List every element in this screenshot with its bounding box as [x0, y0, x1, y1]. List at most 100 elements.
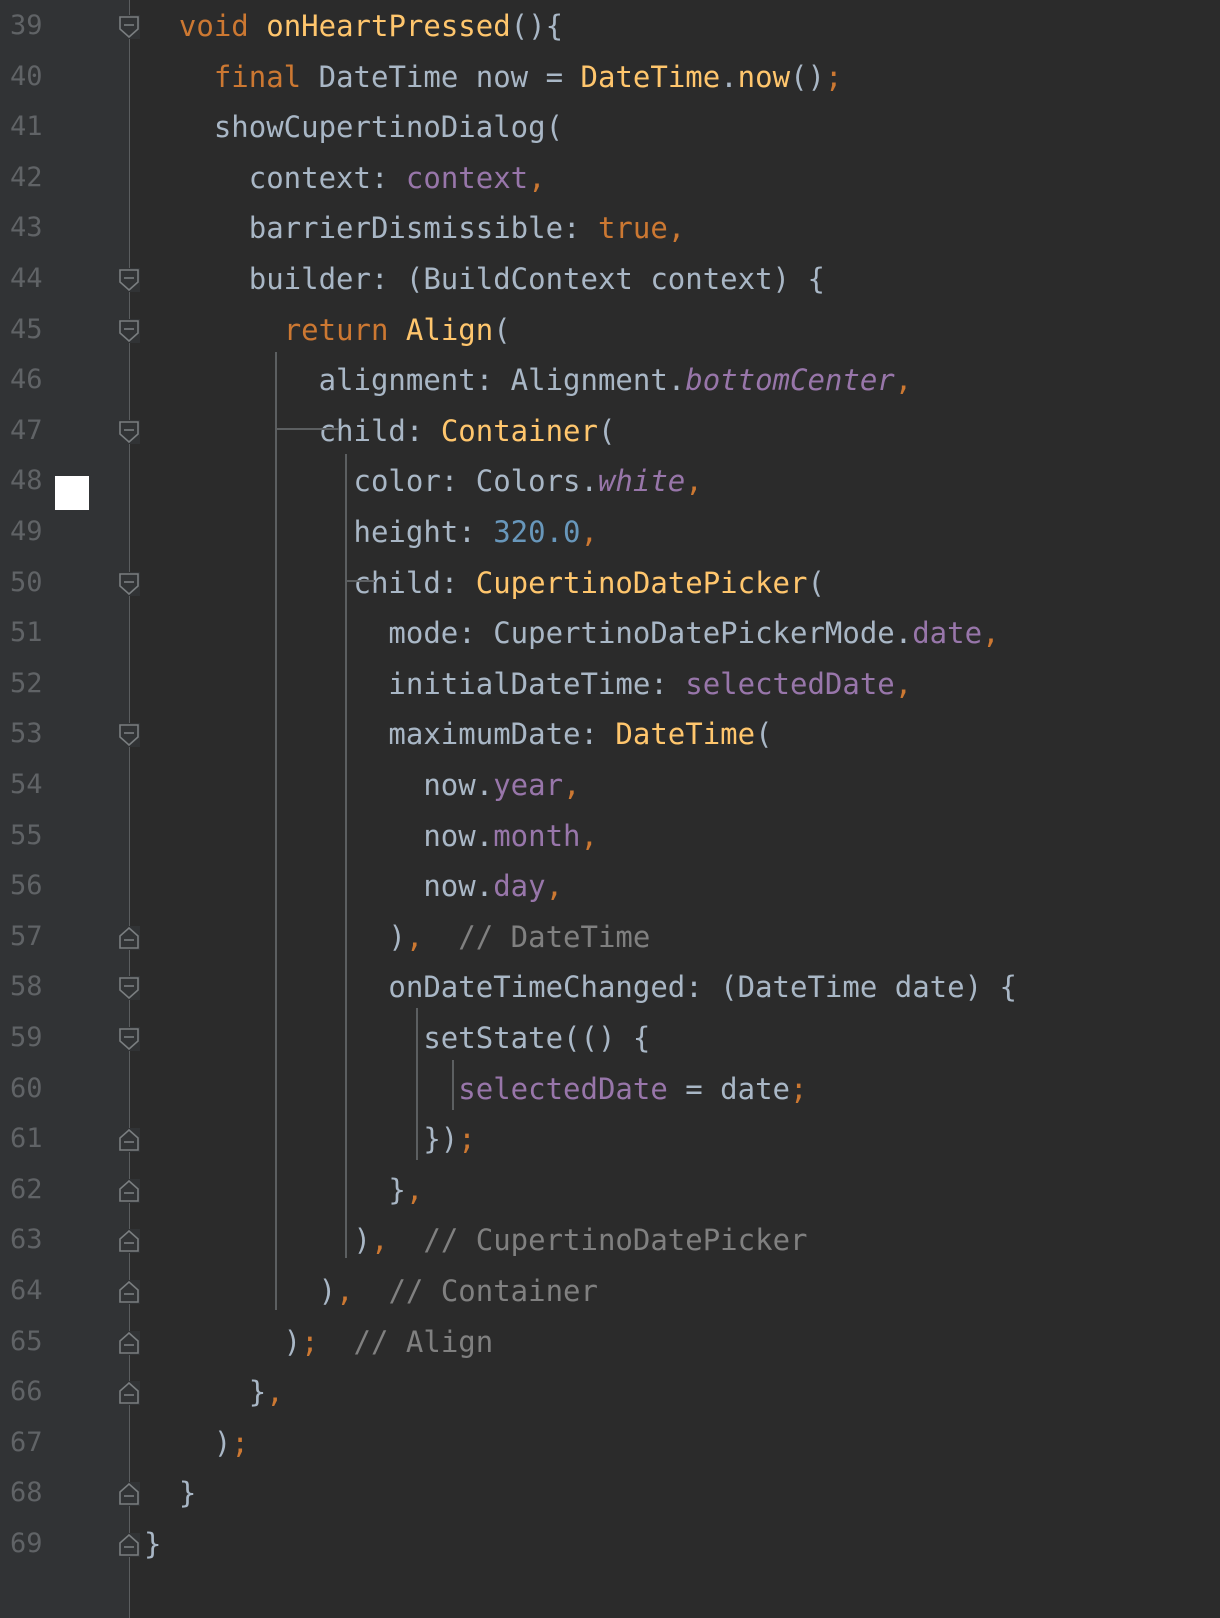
code-text[interactable]: now.year, [144, 765, 580, 805]
line-number[interactable]: 67 [10, 1427, 43, 1459]
line-number[interactable]: 49 [10, 516, 43, 548]
code-line[interactable]: 42 context: context, [0, 152, 1220, 204]
code-text[interactable]: child: CupertinoDatePicker( [144, 563, 825, 603]
code-line[interactable]: 57 ), // DateTime [0, 911, 1220, 963]
line-number[interactable]: 59 [10, 1022, 43, 1054]
code-text[interactable]: maximumDate: DateTime( [144, 714, 772, 754]
code-line[interactable]: 55 now.month, [0, 810, 1220, 862]
code-line[interactable]: 48 color: Colors.white, [0, 455, 1220, 507]
code-line[interactable]: 64 ), // Container [0, 1265, 1220, 1317]
code-line[interactable]: 61 }); [0, 1113, 1220, 1165]
fold-collapse-icon[interactable] [118, 268, 140, 292]
code-text[interactable]: final DateTime now = DateTime.now(); [144, 57, 843, 97]
line-number[interactable]: 47 [10, 415, 43, 447]
code-text[interactable]: return Align( [144, 310, 511, 350]
code-line[interactable]: 59 setState(() { [0, 1012, 1220, 1064]
line-number[interactable]: 68 [10, 1477, 43, 1509]
code-line[interactable]: 63 ), // CupertinoDatePicker [0, 1214, 1220, 1266]
code-text[interactable]: builder: (BuildContext context) { [144, 259, 825, 299]
code-line[interactable]: 41 showCupertinoDialog( [0, 101, 1220, 153]
code-line[interactable]: 68 } [0, 1467, 1220, 1519]
fold-end-icon[interactable] [118, 1178, 140, 1203]
line-number[interactable]: 57 [10, 921, 43, 953]
line-number[interactable]: 65 [10, 1326, 43, 1358]
fold-collapse-icon[interactable] [118, 318, 140, 343]
code-text[interactable]: void onHeartPressed(){ [144, 6, 563, 46]
line-number[interactable]: 42 [10, 162, 43, 194]
fold-end-icon[interactable] [118, 1229, 140, 1254]
bookmark-icon[interactable] [55, 476, 89, 510]
code-text[interactable]: showCupertinoDialog( [144, 107, 563, 147]
code-line[interactable]: 45 return Align( [0, 304, 1220, 356]
code-text[interactable]: height: 320.0, [144, 512, 598, 552]
line-number[interactable]: 60 [10, 1073, 43, 1105]
line-number[interactable]: 63 [10, 1224, 43, 1256]
code-line[interactable]: 43 barrierDismissible: true, [0, 202, 1220, 254]
code-line[interactable]: 66 }, [0, 1366, 1220, 1418]
code-text[interactable]: selectedDate = date; [144, 1069, 807, 1109]
line-number[interactable]: 56 [10, 870, 43, 902]
line-number[interactable]: 51 [10, 617, 43, 649]
line-number[interactable]: 39 [10, 10, 43, 42]
line-number[interactable]: 43 [10, 212, 43, 244]
code-editor[interactable]: 39 void onHeartPressed(){ 40 final DateTi… [0, 0, 1220, 1618]
code-text[interactable]: context: context, [144, 158, 546, 198]
code-text[interactable]: }, [144, 1170, 423, 1210]
code-text[interactable]: alignment: Alignment.bottomCenter, [144, 360, 913, 400]
code-text[interactable]: color: Colors.white, [144, 461, 703, 501]
code-text[interactable]: }, [144, 1372, 284, 1412]
fold-collapse-icon[interactable] [118, 571, 140, 596]
code-line[interactable]: 53 maximumDate: DateTime( [0, 708, 1220, 760]
code-text[interactable]: } [144, 1524, 161, 1564]
code-text[interactable]: ), // DateTime [144, 917, 650, 957]
line-number[interactable]: 53 [10, 718, 43, 750]
code-line[interactable]: 52 initialDateTime: selectedDate, [0, 658, 1220, 710]
code-line[interactable]: 65 ); // Align [0, 1316, 1220, 1368]
code-line[interactable]: 60 selectedDate = date; [0, 1063, 1220, 1115]
line-number[interactable]: 41 [10, 111, 43, 143]
line-number[interactable]: 61 [10, 1123, 43, 1155]
code-line[interactable]: 69} [0, 1518, 1220, 1570]
fold-end-icon[interactable] [118, 1280, 140, 1304]
fold-end-icon[interactable] [118, 1330, 140, 1355]
code-line[interactable]: 54 now.year, [0, 759, 1220, 811]
line-number[interactable]: 50 [10, 567, 43, 599]
code-text[interactable]: setState(() { [144, 1018, 650, 1058]
fold-collapse-icon[interactable] [118, 976, 140, 1001]
line-number[interactable]: 46 [10, 364, 43, 396]
line-number[interactable]: 54 [10, 769, 43, 801]
code-text[interactable]: ), // Container [144, 1271, 598, 1311]
line-number[interactable]: 48 [10, 465, 43, 497]
code-text[interactable]: now.month, [144, 816, 598, 856]
code-line[interactable]: 39 void onHeartPressed(){ [0, 0, 1220, 52]
fold-end-icon[interactable] [118, 1128, 140, 1153]
code-line[interactable]: 67 ); [0, 1417, 1220, 1469]
code-line[interactable]: 58 onDateTimeChanged: (DateTime date) { [0, 961, 1220, 1013]
fold-collapse-icon[interactable] [118, 723, 140, 748]
fold-end-icon[interactable] [118, 1482, 140, 1507]
line-number[interactable]: 55 [10, 820, 43, 852]
code-text[interactable]: barrierDismissible: true, [144, 208, 686, 248]
code-line[interactable]: 56 now.day, [0, 860, 1220, 912]
code-line[interactable]: 50 child: CupertinoDatePicker( [0, 557, 1220, 609]
line-number[interactable]: 58 [10, 971, 43, 1003]
line-number[interactable]: 66 [10, 1376, 43, 1408]
fold-collapse-icon[interactable] [118, 15, 140, 39]
code-line[interactable]: 62 }, [0, 1164, 1220, 1216]
fold-end-icon[interactable] [118, 1533, 140, 1557]
code-text[interactable]: ); [144, 1423, 249, 1463]
code-text[interactable]: ); // Align [144, 1322, 494, 1362]
code-text[interactable]: now.day, [144, 866, 563, 906]
code-line[interactable]: 49 height: 320.0, [0, 506, 1220, 558]
code-line[interactable]: 46 alignment: Alignment.bottomCenter, [0, 354, 1220, 406]
code-text[interactable]: initialDateTime: selectedDate, [144, 664, 912, 704]
line-number[interactable]: 62 [10, 1174, 43, 1206]
code-line[interactable]: 51 mode: CupertinoDatePickerMode.date, [0, 607, 1220, 659]
fold-end-icon[interactable] [118, 925, 140, 950]
code-text[interactable]: } [144, 1473, 196, 1513]
code-text[interactable]: child: Container( [144, 411, 616, 451]
line-number[interactable]: 40 [10, 61, 43, 93]
fold-end-icon[interactable] [118, 1381, 140, 1406]
code-text[interactable]: ), // CupertinoDatePicker [144, 1220, 808, 1260]
code-text[interactable]: }); [144, 1119, 475, 1159]
